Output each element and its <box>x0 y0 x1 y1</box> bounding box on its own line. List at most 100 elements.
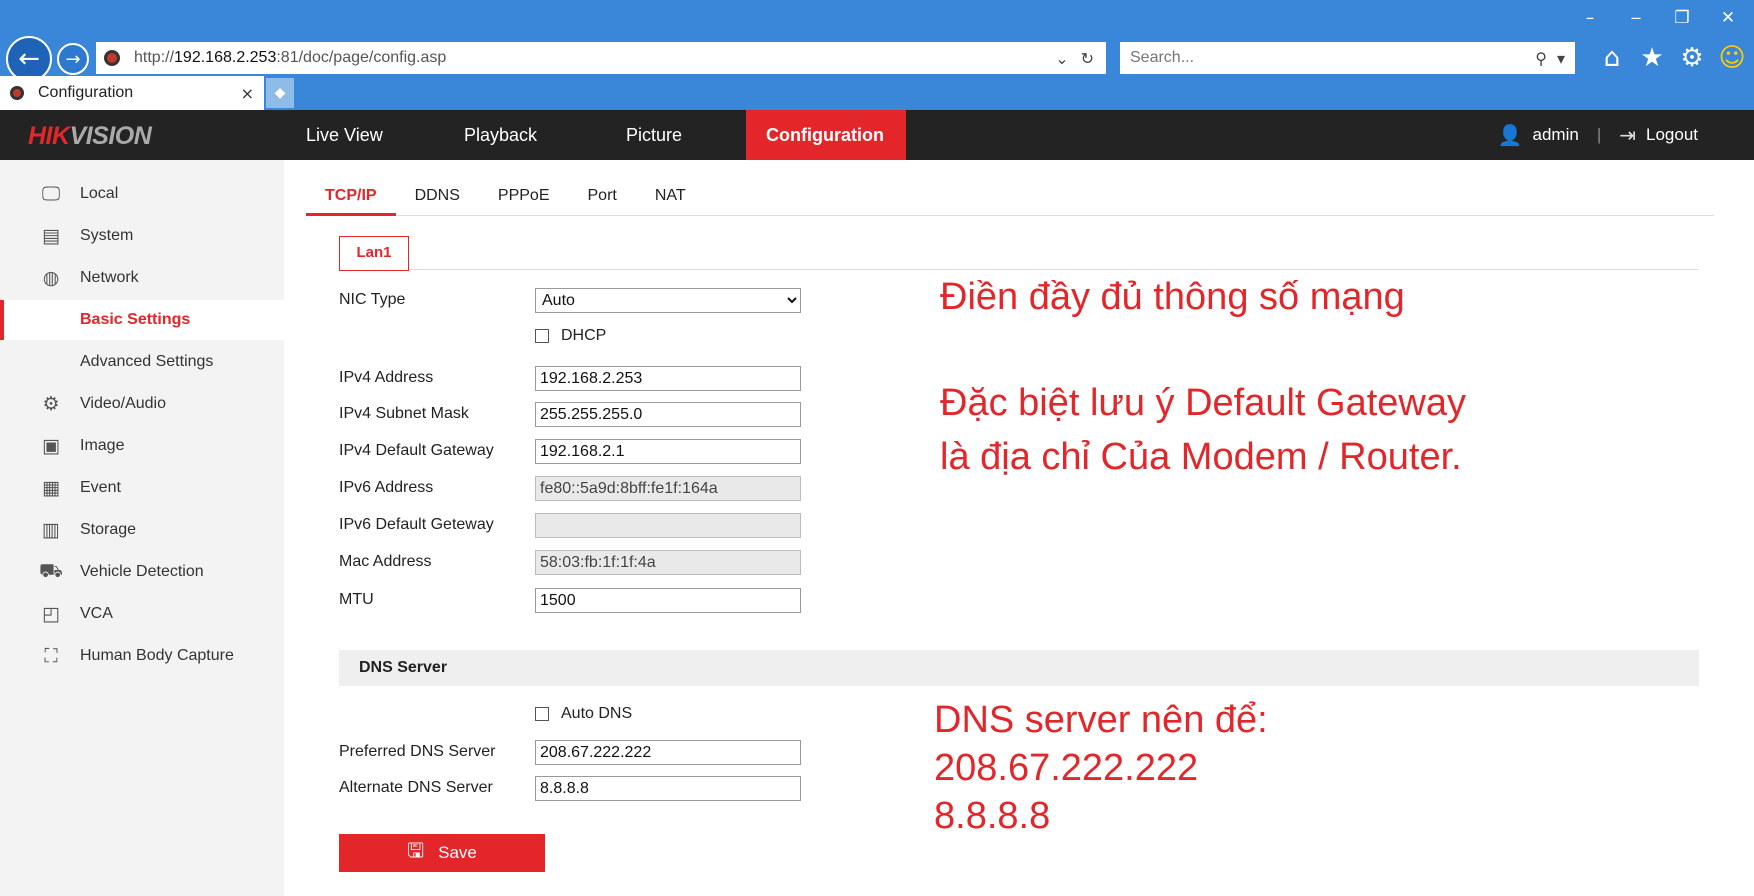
sidebar-item-vehicle-detection[interactable]: ⛟ Vehicle Detection <box>0 552 284 592</box>
ipv4-gateway-field[interactable]: 192.168.2.1 <box>535 438 801 464</box>
logout-icon[interactable]: ⇥ <box>1619 123 1636 147</box>
monitor-icon: 🖵 <box>41 183 61 205</box>
main-content: TCP/IP DDNS PPPoE Port NAT Lan1 NIC Type… <box>284 160 1754 896</box>
ipv4-gateway-row: IPv4 Default Gateway 192.168.2.1 <box>339 437 839 465</box>
ipv4-subnet-field[interactable]: 255.255.255.0 <box>535 401 801 427</box>
ipv6-gateway-label: IPv6 Default Geteway <box>339 516 494 533</box>
forward-arrow-icon[interactable]: → <box>57 43 89 75</box>
browser-tab[interactable]: Configuration × <box>0 76 264 110</box>
url-prefix: http:// <box>134 49 175 66</box>
ipv6-address-row: IPv6 Address fe80::5a9d:8bff:fe1f:164a <box>339 474 839 502</box>
ipv6-gateway-field <box>535 512 801 538</box>
alternate-dns-field[interactable]: 8.8.8.8 <box>535 775 801 801</box>
system-icon: ▤ <box>42 225 60 247</box>
sidebar-item-human-body-capture[interactable]: ⛶ Human Body Capture <box>0 636 284 676</box>
star-icon[interactable]: ★ <box>1638 42 1666 74</box>
sidebar-item-image[interactable]: ▣ Image <box>0 426 284 466</box>
sidebar-item-local[interactable]: 🖵 Local <box>0 174 284 214</box>
search-input[interactable] <box>1130 49 1536 67</box>
alternate-dns-label: Alternate DNS Server <box>339 779 493 796</box>
ipv4-address-row: IPv4 Address 192.168.2.253 <box>339 364 839 392</box>
auto-dns-checkbox-wrap[interactable]: Auto DNS <box>535 705 632 723</box>
sidebar-item-vca[interactable]: ◰ VCA <box>0 594 284 634</box>
tab-tcp-ip[interactable]: TCP/IP <box>306 182 396 216</box>
ipv4-address-label: IPv4 Address <box>339 369 434 386</box>
restore-icon[interactable]: ❐ <box>1670 8 1694 28</box>
url-text[interactable]: http://192.168.2.253:81/doc/page/config.… <box>134 49 1055 67</box>
tab-nat[interactable]: NAT <box>636 182 705 216</box>
sidebar: 🖵 Local ▤ System ◍ Network Basic Settings A… <box>0 160 284 896</box>
sidebar-item-label: Advanced Settings <box>80 353 214 370</box>
home-icon[interactable]: ⌂ <box>1598 42 1626 74</box>
dhcp-checkbox-wrap[interactable]: DHCP <box>535 327 606 345</box>
sidebar-item-label: Vehicle Detection <box>80 563 204 580</box>
vca-icon: ◰ <box>42 603 60 625</box>
browser-chrome: – ‒ ❐ ✕ ← → http://192.168.2.253:81/doc/… <box>0 0 1754 110</box>
ipv6-address-label: IPv6 Address <box>339 479 434 496</box>
close-tab-icon[interactable]: × <box>241 84 254 103</box>
ipv6-gateway-row: IPv6 Default Geteway <box>339 511 839 539</box>
sidebar-item-video-audio[interactable]: ⚙ Video/Audio <box>0 384 284 424</box>
sidebar-item-label: Local <box>80 185 119 202</box>
address-bar[interactable]: http://192.168.2.253:81/doc/page/config.… <box>96 42 1106 74</box>
logout-link[interactable]: Logout <box>1646 125 1698 145</box>
preferred-dns-field[interactable]: 208.67.222.222 <box>535 739 801 765</box>
dns-section-header: DNS Server <box>339 650 1699 686</box>
search-icon[interactable]: ⚲ <box>1535 49 1547 68</box>
ipv4-gateway-label: IPv4 Default Gateway <box>339 442 494 459</box>
sidebar-item-storage[interactable]: ▥ Storage <box>0 510 284 550</box>
alternate-dns-row: Alternate DNS Server 8.8.8.8 <box>339 774 839 802</box>
video-audio-icon: ⚙ <box>42 393 60 415</box>
tab-lan1[interactable]: Lan1 <box>339 236 409 271</box>
auto-dns-label: Auto DNS <box>561 705 633 722</box>
tab-port[interactable]: Port <box>569 182 636 216</box>
image-icon: ▣ <box>42 435 60 457</box>
nic-type-label: NIC Type <box>339 291 406 308</box>
smiley-icon[interactable]: ☺ <box>1718 42 1746 74</box>
sidebar-item-system[interactable]: ▤ System <box>0 216 284 256</box>
minimize-icon[interactable]: – <box>1578 8 1602 28</box>
mtu-row: MTU 1500 <box>339 586 839 614</box>
storage-icon: ▥ <box>42 519 60 541</box>
save-button[interactable]: 🖫 Save <box>339 834 545 872</box>
mac-address-row: Mac Address 58:03:fb:1f:1f:4a <box>339 548 839 576</box>
tab-pppoe[interactable]: PPPoE <box>479 182 569 216</box>
nav-configuration[interactable]: Configuration <box>746 110 906 160</box>
human-body-icon: ⛶ <box>44 645 58 667</box>
ipv4-address-field[interactable]: 192.168.2.253 <box>535 365 801 391</box>
minimize-all-icon[interactable]: ‒ <box>1624 8 1648 28</box>
user-icon: 👤 <box>1497 123 1523 147</box>
dhcp-checkbox[interactable] <box>535 329 549 343</box>
search-dropdown-icon[interactable]: ▾ <box>1557 49 1565 68</box>
refresh-icon[interactable]: ↻ <box>1081 49 1094 68</box>
save-disk-icon: 🖫 <box>407 838 425 862</box>
new-tab-icon[interactable]: ◆ <box>266 78 294 108</box>
ipv6-address-field: fe80::5a9d:8bff:fe1f:164a <box>535 475 801 501</box>
sidebar-item-basic-settings[interactable]: Basic Settings <box>0 300 284 340</box>
sidebar-item-advanced-settings[interactable]: Advanced Settings <box>0 342 284 382</box>
annotation-dns: DNS server nên để: 208.67.222.222 8.8.8.… <box>934 696 1268 840</box>
save-label: Save <box>438 843 477 862</box>
site-favicon-icon <box>104 50 120 66</box>
close-window-icon[interactable]: ✕ <box>1716 8 1740 28</box>
dropdown-arrow-icon[interactable]: ⌄ <box>1055 49 1068 68</box>
lan-tab-row: Lan1 <box>339 236 1699 271</box>
tab-ddns[interactable]: DDNS <box>396 182 479 216</box>
search-box[interactable]: ⚲ ▾ <box>1120 42 1575 74</box>
mtu-field[interactable]: 1500 <box>535 587 801 613</box>
ipv4-subnet-row: IPv4 Subnet Mask 255.255.255.0 <box>339 400 839 428</box>
sidebar-item-event[interactable]: ▦ Event <box>0 468 284 508</box>
sidebar-item-network[interactable]: ◍ Network <box>0 258 284 298</box>
nav-picture[interactable]: Picture <box>586 110 746 160</box>
gear-icon[interactable]: ⚙ <box>1678 42 1706 74</box>
nav-live-view[interactable]: Live View <box>268 110 426 160</box>
subtabs: TCP/IP DDNS PPPoE Port NAT <box>306 182 1714 216</box>
annotation-gateway-line2: là địa chỉ Của Modem / Router. <box>940 436 1462 478</box>
mtu-label: MTU <box>339 591 374 608</box>
tab-favicon-icon <box>10 86 24 100</box>
nic-type-select[interactable]: Auto <box>535 287 801 313</box>
auto-dns-checkbox[interactable] <box>535 707 549 721</box>
window-controls: – ‒ ❐ ✕ <box>1578 8 1740 28</box>
annotation-dns-line2: 208.67.222.222 <box>934 747 1199 789</box>
nav-playback[interactable]: Playback <box>426 110 586 160</box>
